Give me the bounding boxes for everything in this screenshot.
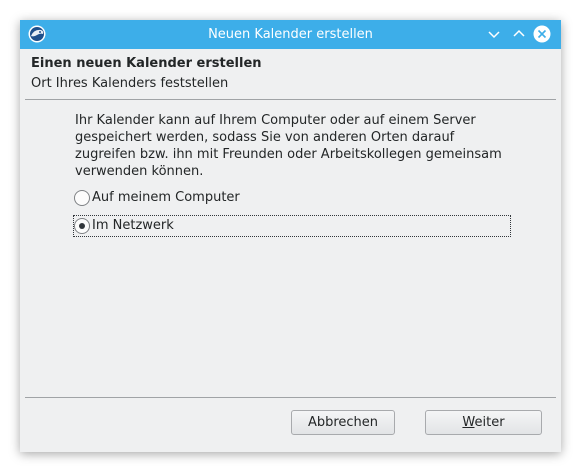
chevron-up-icon[interactable] xyxy=(510,25,528,43)
title-bar[interactable]: Neuen Kalender erstellen xyxy=(20,20,561,49)
option-label[interactable]: Auf meinem Computer xyxy=(92,190,240,205)
wizard-header: Einen neuen Kalender erstellen Ort Ihres… xyxy=(20,49,561,99)
option-label[interactable]: Im Netzwerk xyxy=(92,218,174,233)
mnemonic-letter: W xyxy=(462,415,475,430)
radio-button-checked[interactable] xyxy=(74,218,90,234)
header-divider xyxy=(25,99,556,100)
next-button[interactable]: Weiter xyxy=(425,410,542,435)
page-subtitle: Ort Ihres Kalenders feststellen xyxy=(31,76,229,91)
cancel-button[interactable]: Abbrechen xyxy=(291,410,395,435)
dialog-window: Neuen Kalender erstellen Einen neuen Kal… xyxy=(20,20,561,452)
window-title: Neuen Kalender erstellen xyxy=(208,27,373,42)
radio-dot xyxy=(79,223,85,229)
next-button-label: eiter xyxy=(474,415,505,430)
option-network[interactable]: Im Netzwerk xyxy=(73,215,511,237)
chevron-down-icon[interactable] xyxy=(485,25,503,43)
radio-button-unchecked[interactable] xyxy=(74,190,90,206)
description-text: Ihr Kalender kann auf Ihrem Computer ode… xyxy=(75,113,502,179)
page-title: Einen neuen Kalender erstellen xyxy=(31,56,262,71)
footer-divider xyxy=(25,397,556,398)
close-icon[interactable] xyxy=(533,25,551,43)
